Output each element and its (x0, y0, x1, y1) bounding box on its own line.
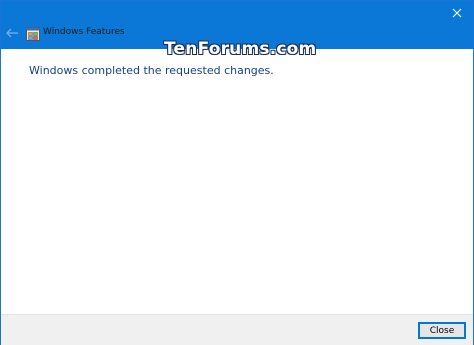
window-title: Windows Features (43, 27, 125, 37)
watermark-logo: TenForums.com (164, 39, 317, 59)
title-close-button[interactable] (441, 1, 473, 23)
close-icon (452, 3, 462, 22)
dialog-footer: Close (1, 314, 473, 345)
close-button[interactable]: Close (418, 322, 466, 339)
windows-features-icon (26, 26, 40, 41)
windows-features-dialog: Windows Features TenForums.com Windows c… (0, 0, 474, 345)
status-message: Windows completed the requested changes. (29, 64, 274, 77)
back-arrow-icon[interactable] (4, 25, 20, 41)
